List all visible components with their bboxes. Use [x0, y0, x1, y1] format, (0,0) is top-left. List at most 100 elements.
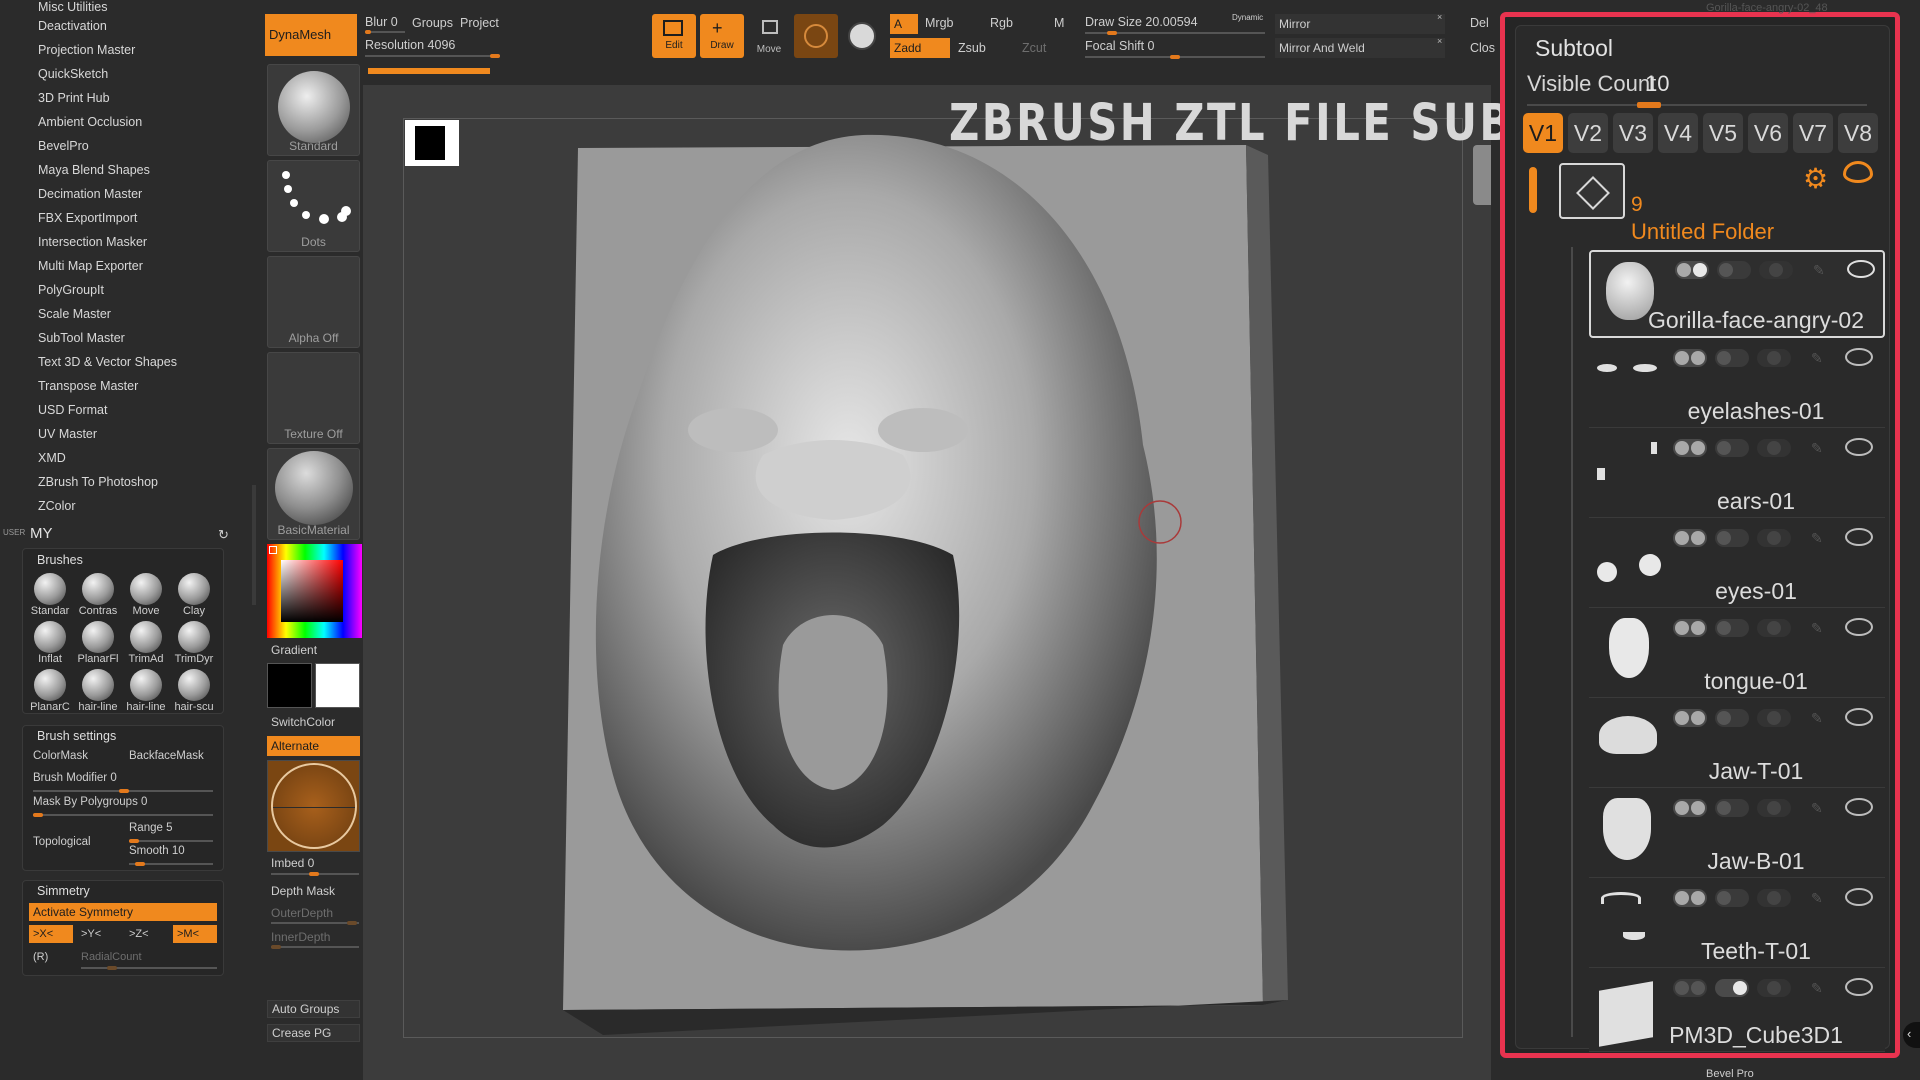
plugin-item[interactable]: UV Master [38, 427, 97, 441]
polypaint-toggle[interactable] [1673, 349, 1707, 367]
draw-size-slider[interactable]: Draw Size 20.00594 [1085, 15, 1198, 29]
subtool-item[interactable]: ✎ Jaw-T-01 [1589, 700, 1885, 788]
polypaint-toggle[interactable] [1673, 889, 1707, 907]
solo-toggle[interactable] [1717, 261, 1751, 279]
version-v6-button[interactable]: V6 [1748, 113, 1788, 153]
solo-toggle[interactable] [1715, 439, 1749, 457]
plugin-item[interactable]: Misc Utilities [38, 0, 107, 14]
brush-trimdynamic[interactable]: TrimDyr [171, 619, 217, 665]
plugin-item[interactable]: 3D Print Hub [38, 91, 110, 105]
alpha-tile[interactable]: Alpha Off [267, 256, 360, 348]
mask-by-polygroups-slider[interactable]: Mask By Polygroups 0 [33, 796, 147, 808]
plugin-item[interactable]: SubTool Master [38, 331, 125, 345]
brush-modifier-track[interactable] [33, 789, 213, 793]
plugin-item[interactable]: Transpose Master [38, 379, 138, 393]
visible-count-track[interactable] [1527, 102, 1867, 108]
material-tile[interactable]: BasicMaterial [267, 448, 360, 540]
solo-toggle[interactable] [1715, 619, 1749, 637]
version-v3-button[interactable]: V3 [1613, 113, 1653, 153]
plugin-item[interactable]: Projection Master [38, 43, 135, 57]
plugin-item[interactable]: ZColor [38, 499, 76, 513]
version-v5-button[interactable]: V5 [1703, 113, 1743, 153]
project-toggle[interactable]: Project [460, 16, 499, 30]
plugin-item[interactable]: Ambient Occlusion [38, 115, 142, 129]
scale-button[interactable] [794, 14, 838, 58]
sculpt-model[interactable] [363, 85, 1491, 1080]
visibility-eye-icon[interactable] [1845, 798, 1873, 816]
mrgb-button[interactable]: Mrgb [925, 16, 953, 30]
a-button[interactable]: A [890, 14, 918, 34]
solo-toggle[interactable] [1715, 529, 1749, 547]
plugin-item[interactable]: Deactivation [38, 19, 107, 33]
zadd-button[interactable]: Zadd [890, 38, 950, 58]
subtool-item[interactable]: ✎ eyelashes-01 [1589, 340, 1885, 428]
viewport[interactable]: ZBRUSH ZTL FILE SUBTOOLS [363, 85, 1680, 1080]
blur-slider[interactable]: Blur 0 [365, 15, 398, 29]
color-square[interactable] [281, 560, 343, 622]
visibility-eye-icon[interactable] [1845, 348, 1873, 366]
imbed-slider[interactable]: Imbed 0 [271, 856, 314, 870]
visibility-eye-icon[interactable] [1845, 528, 1873, 546]
inner-depth-track[interactable] [271, 945, 359, 949]
solo-toggle[interactable] [1715, 889, 1749, 907]
brush-icon[interactable]: ✎ [1811, 800, 1823, 817]
brush-clay[interactable]: Clay [171, 571, 217, 617]
close-holes-button[interactable]: Clos [1470, 41, 1495, 55]
subtool-item[interactable]: ✎ Gorilla-face-angry-02 [1589, 250, 1885, 338]
gear-icon[interactable]: ⚙ [1803, 162, 1828, 195]
groups-toggle[interactable]: Groups [412, 16, 453, 30]
m-button[interactable]: M [1054, 16, 1064, 30]
brush-contrast[interactable]: Contras [75, 571, 121, 617]
version-v8-button[interactable]: V8 [1838, 113, 1878, 153]
zcut-button[interactable]: Zcut [1022, 41, 1046, 55]
visibility-eye-icon[interactable] [1847, 260, 1875, 278]
dynamesh-button[interactable]: DynaMesh [265, 14, 357, 56]
version-v7-button[interactable]: V7 [1793, 113, 1833, 153]
folder-icon[interactable] [1559, 163, 1625, 219]
resolution-slider[interactable]: Resolution 4096 [365, 38, 455, 52]
color-marker-icon[interactable] [269, 546, 277, 554]
solo-toggle[interactable] [1715, 349, 1749, 367]
brush-trimadaptive[interactable]: TrimAd [123, 619, 169, 665]
brush-icon[interactable]: ✎ [1811, 620, 1823, 637]
brush-icon[interactable]: ✎ [1811, 710, 1823, 727]
visibility-eye-icon[interactable] [1845, 888, 1873, 906]
lock-toggle[interactable] [1757, 979, 1791, 997]
visibility-eye-icon[interactable] [1845, 438, 1873, 456]
plugin-item[interactable]: FBX ExportImport [38, 211, 137, 225]
auto-groups-button[interactable]: Auto Groups [267, 1000, 360, 1018]
current-brush-tile[interactable]: Standard [267, 64, 360, 156]
lock-toggle[interactable] [1759, 261, 1793, 279]
lock-toggle[interactable] [1757, 799, 1791, 817]
rotate-icon[interactable] [848, 22, 876, 50]
bevel-pro-label[interactable]: Bevel Pro [1706, 1068, 1754, 1080]
brush-icon[interactable]: ✎ [1811, 530, 1823, 547]
outer-depth-slider[interactable]: OuterDepth [271, 906, 333, 920]
plugin-item[interactable]: PolyGroupIt [38, 283, 104, 297]
polypaint-toggle[interactable] [1673, 439, 1707, 457]
brush-icon[interactable]: ✎ [1811, 980, 1823, 997]
lock-toggle[interactable] [1757, 529, 1791, 547]
plugin-item[interactable]: Text 3D & Vector Shapes [38, 355, 177, 369]
switchcolor-button[interactable]: SwitchColor [271, 715, 335, 729]
brush-icon[interactable]: ✎ [1811, 440, 1823, 457]
brush-move[interactable]: Move [123, 571, 169, 617]
smooth-track[interactable] [129, 862, 213, 866]
color-picker[interactable] [267, 544, 362, 638]
plugin-item[interactable]: USD Format [38, 403, 107, 417]
zsub-button[interactable]: Zsub [958, 41, 986, 55]
mask-by-polygroups-track[interactable] [33, 813, 213, 817]
range-slider[interactable]: Range 5 [129, 822, 172, 834]
visibility-eye-icon[interactable] [1845, 708, 1873, 726]
brush-planarflat[interactable]: PlanarFl [75, 619, 121, 665]
symmetry-y-button[interactable]: >Y< [81, 928, 101, 940]
dynamic-toggle[interactable]: Dynamic [1232, 13, 1263, 22]
plugin-item[interactable]: ZBrush To Photoshop [38, 475, 158, 489]
polypaint-toggle[interactable] [1673, 709, 1707, 727]
brush-icon[interactable]: ✎ [1811, 890, 1823, 907]
polypaint-toggle[interactable] [1673, 619, 1707, 637]
pin-icon[interactable]: × [1437, 12, 1442, 22]
plugin-item[interactable]: Scale Master [38, 307, 111, 321]
mirror-button[interactable]: Mirror [1275, 14, 1445, 34]
solo-toggle[interactable] [1715, 709, 1749, 727]
